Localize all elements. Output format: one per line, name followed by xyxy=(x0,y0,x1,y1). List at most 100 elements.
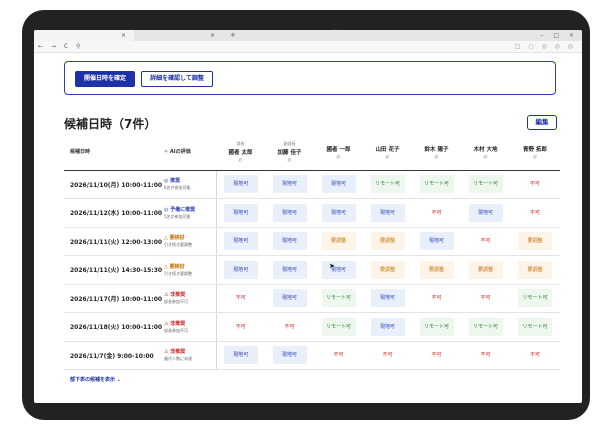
participant-header: 山田 花子必 xyxy=(363,134,412,171)
availability-cell[interactable]: リモート可 xyxy=(314,284,363,313)
row-datetime: 2026/11/10(月) 10:00-11:00 xyxy=(64,170,164,199)
availability-cell[interactable]: 現地可 xyxy=(265,284,314,313)
availability-cell[interactable]: 現地可 xyxy=(314,255,363,285)
tab-close-icon[interactable]: × xyxy=(210,30,215,41)
nav-icons[interactable]: ← → C ⚲ xyxy=(38,41,83,53)
window-controls[interactable]: – □ × xyxy=(540,30,578,41)
availability-status: 現地可 xyxy=(223,203,258,222)
availability-cell[interactable]: 現地可 xyxy=(216,198,265,228)
participant-header: 國者 一郎必 xyxy=(314,134,363,171)
availability-cell[interactable]: 不可 xyxy=(461,227,510,256)
availability-cell[interactable]: 現地可 xyxy=(412,227,461,256)
table-row[interactable]: 2026/11/17(月) 10:00-11:00 ⚠ 非推奨 部長参加不可 不可 現地… xyxy=(64,284,560,313)
ai-evaluation-note: 部長参加不可 xyxy=(164,327,188,333)
availability-cell[interactable]: リモート可 xyxy=(510,312,560,342)
availability-cell[interactable]: 現地可 xyxy=(314,170,363,199)
availability-status: 現地可 xyxy=(272,260,307,279)
availability-cell[interactable]: 不可 xyxy=(461,284,510,313)
row-datetime: 2026/11/17(月) 10:00-11:00 xyxy=(64,284,164,313)
availability-cell[interactable]: 不可 xyxy=(216,284,265,313)
availability-cell[interactable]: 要調整 xyxy=(363,227,412,256)
availability-cell[interactable]: 現地可 xyxy=(265,198,314,228)
table-row[interactable]: 2026/11/11(火) 12:00-13:00 △ 要検討 引き続き要調整 現地可… xyxy=(64,227,560,256)
availability-cell[interactable]: リモート可 xyxy=(314,312,363,342)
participant-tag: 必 xyxy=(483,153,488,159)
availability-status: 不可 xyxy=(529,181,540,188)
table-row[interactable]: 2026/11/10(月) 10:00-11:00 ◎ 推奨 6名が参加可能 現地可現… xyxy=(64,170,560,199)
availability-status: 現地可 xyxy=(321,175,356,194)
row-ai-evaluation: △ 要検討 引き続き要調整 xyxy=(164,227,217,256)
availability-cell[interactable]: 現地可 xyxy=(216,227,265,256)
availability-cell[interactable]: 現地可 xyxy=(314,198,363,228)
availability-cell[interactable]: 不可 xyxy=(412,341,461,370)
availability-cell[interactable]: 不可 xyxy=(510,198,560,228)
participant-name: 山田 花子 xyxy=(375,146,400,153)
availability-cell[interactable]: リモート可 xyxy=(510,284,560,313)
availability-status: 不可 xyxy=(529,352,540,359)
availability-cell[interactable]: 不可 xyxy=(510,341,560,370)
participant-header: 部長 國者 太郎必 xyxy=(216,134,265,171)
availability-cell[interactable]: 現地可 xyxy=(216,170,265,199)
toolbar-icons[interactable]: □ ○ ◎ ◎ ◎ xyxy=(515,41,576,53)
availability-cell[interactable]: 現地可 xyxy=(363,312,412,342)
availability-status: 現地可 xyxy=(272,289,307,308)
table-row[interactable]: 2026/11/11(火) 14:30-15:30 △ 要検討 引き続き要調整 現地可… xyxy=(64,255,560,285)
participant-tag: 必 xyxy=(238,156,243,162)
availability-cell[interactable]: 不可 xyxy=(363,341,412,370)
address-bar[interactable]: ← → C ⚲ □ ○ ◎ ◎ ◎ xyxy=(34,41,582,53)
tab-close-icon[interactable]: × xyxy=(121,30,126,41)
availability-cell[interactable]: 現地可 xyxy=(216,341,265,370)
row-ai-evaluation: ⚠ 非推奨 複代人数に未達 xyxy=(164,341,217,370)
availability-cell[interactable]: 現地可 xyxy=(363,198,412,228)
review-adjust-button[interactable]: 詳細を確認して調整 xyxy=(141,71,213,87)
availability-cell[interactable]: 要調整 xyxy=(510,255,560,285)
participant-tag: 必 xyxy=(533,153,537,159)
availability-status: 現地可 xyxy=(272,203,307,222)
availability-cell[interactable]: リモート可 xyxy=(363,170,412,199)
availability-cell[interactable]: 不可 xyxy=(412,198,461,228)
table-row[interactable]: 2026/11/7(金) 9:00-10:00 ⚠ 非推奨 複代人数に未達 現地可 現地… xyxy=(64,341,560,370)
availability-cell[interactable]: 現地可 xyxy=(461,198,510,228)
row-datetime: 2026/11/18(火) 10:00-11:00 xyxy=(64,312,164,342)
candidate-table: 候補日時 ✧ AIの評価 部長 國者 太郎必副部長 加藤 佳子必國者 一郎必山田 花… xyxy=(64,134,560,370)
availability-cell[interactable]: 不可 xyxy=(461,341,510,370)
availability-cell[interactable]: 要調整 xyxy=(412,255,461,285)
availability-status: 不可 xyxy=(431,295,442,302)
tab-active[interactable] xyxy=(34,30,134,41)
table-row[interactable]: 2026/11/18(火) 10:00-11:00 ⚠ 非推奨 部長参加不可 不可 不可… xyxy=(64,312,560,342)
availability-cell[interactable]: 現地可 xyxy=(216,255,265,285)
availability-cell[interactable]: 要調整 xyxy=(461,255,510,285)
availability-status: 不可 xyxy=(333,352,344,359)
availability-status: 要調整 xyxy=(370,232,405,251)
confirm-datetime-button[interactable]: 開催日時を確定 xyxy=(75,71,135,87)
table-row[interactable]: 2026/11/12(水) 10:00-11:00 ◎ 予備に推奨 5名が参加可能現… xyxy=(64,198,560,228)
availability-cell[interactable]: リモート可 xyxy=(461,170,510,199)
availability-cell[interactable]: 不可 xyxy=(510,170,560,199)
availability-cell[interactable]: 不可 xyxy=(314,341,363,370)
availability-cell[interactable]: 要調整 xyxy=(363,255,412,285)
availability-cell[interactable]: 不可 xyxy=(265,312,314,342)
availability-cell[interactable]: 現地可 xyxy=(265,341,314,370)
new-tab-icon[interactable]: + xyxy=(230,30,236,41)
ai-evaluation-label: ⚠ 非推奨 xyxy=(164,349,186,356)
availability-status: 現地可 xyxy=(223,260,258,279)
availability-cell[interactable]: 要調整 xyxy=(510,227,560,256)
availability-cell[interactable]: 現地可 xyxy=(265,170,314,199)
availability-cell[interactable]: 不可 xyxy=(216,312,265,342)
availability-cell[interactable]: 現地可 xyxy=(265,255,314,285)
row-datetime: 2026/11/7(金) 9:00-10:00 xyxy=(64,341,164,370)
availability-cell[interactable]: 要調整 xyxy=(314,227,363,256)
availability-cell[interactable]: リモート可 xyxy=(412,312,461,342)
availability-cell[interactable]: リモート可 xyxy=(461,312,510,342)
show-more-link[interactable]: 部下表の候補を表示 ⌄ xyxy=(70,376,121,383)
availability-cell[interactable]: 不可 xyxy=(412,284,461,313)
availability-status: リモート可 xyxy=(518,289,552,308)
availability-cell[interactable]: 現地可 xyxy=(265,227,314,256)
availability-status: 要調整 xyxy=(518,260,552,279)
ai-evaluation-label: ⚠ 非推奨 xyxy=(164,292,186,299)
availability-cell[interactable]: 現地可 xyxy=(363,284,412,313)
availability-cell[interactable]: リモート可 xyxy=(412,170,461,199)
edit-button[interactable]: 編集 xyxy=(527,115,557,130)
availability-status: 現地可 xyxy=(272,175,307,194)
availability-status: 要調整 xyxy=(468,260,503,279)
